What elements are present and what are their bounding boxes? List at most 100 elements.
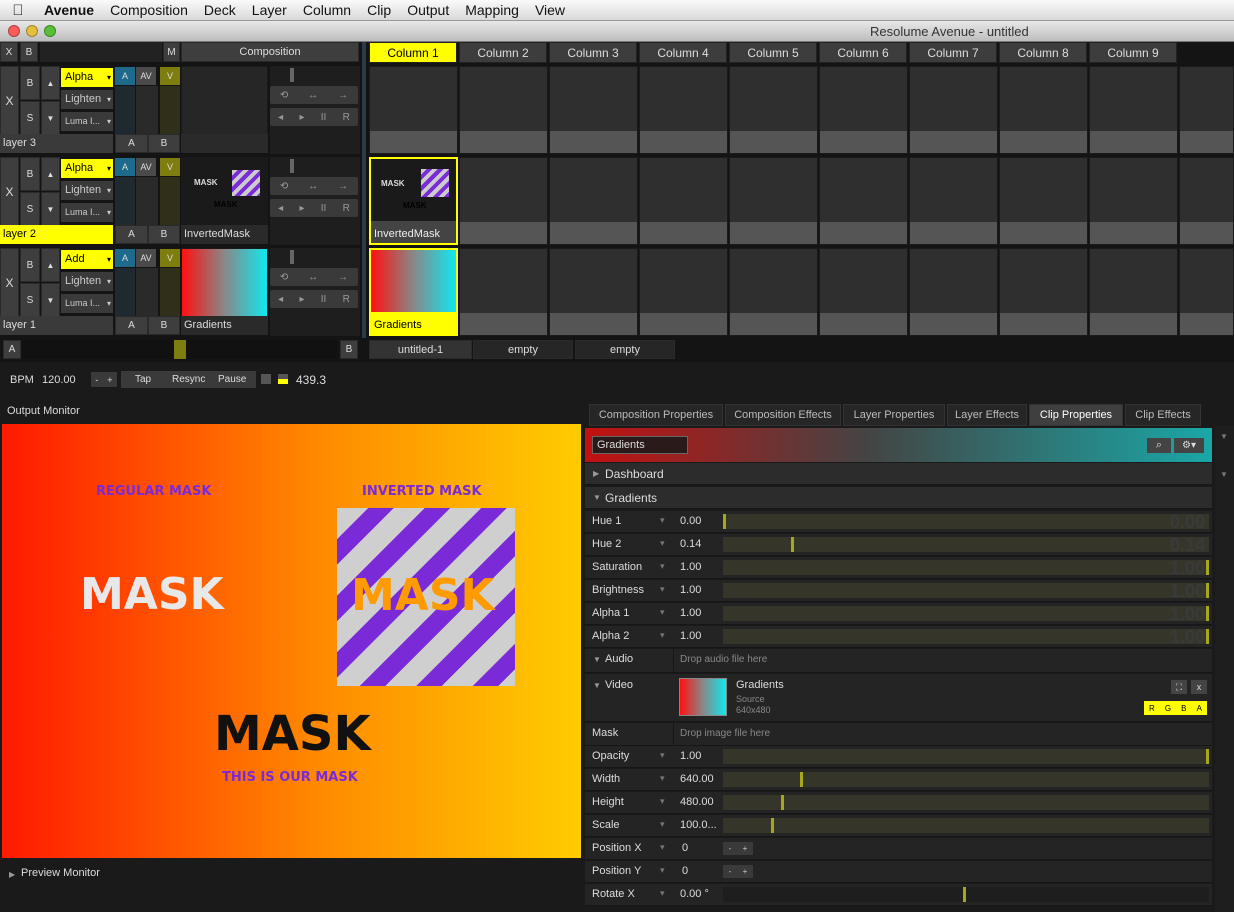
layer-3-v-fader[interactable] [160, 86, 180, 134]
pause-icon[interactable]: II [321, 112, 327, 123]
pause-icon[interactable]: II [321, 294, 327, 305]
clip-slot[interactable] [459, 66, 548, 154]
layer-3-mode-select[interactable]: Lighten ▾ [61, 90, 113, 109]
close-window-button[interactable] [8, 25, 20, 37]
layer-3-av-button[interactable]: AV [136, 67, 156, 85]
layer-1-blend-select[interactable]: Add ▾ [61, 250, 113, 269]
param-slider[interactable] [723, 749, 1209, 764]
layer-1-mode-select[interactable]: Lighten ▾ [61, 272, 113, 291]
clip-slot-inverted-mask[interactable]: MASK MASK InvertedMask [369, 157, 458, 245]
pause-button[interactable]: Pause [218, 374, 246, 385]
layer-3-clear-button[interactable]: X [0, 66, 19, 136]
layer-3-crossfade-a[interactable]: A [115, 134, 148, 153]
audio-drop-zone[interactable]: Drop audio file here [680, 654, 767, 665]
rotate-x-slider-knob[interactable] [963, 887, 966, 902]
play-icon[interactable]: ▸ [299, 112, 304, 123]
param-slider-knob[interactable] [781, 795, 784, 810]
channel-b-toggle[interactable]: B [1181, 704, 1186, 713]
layer-1-clear-button[interactable]: X [0, 248, 19, 318]
menu-deck[interactable]: Deck [196, 2, 244, 18]
clip-slot[interactable] [639, 157, 728, 245]
chevron-down-icon[interactable]: ▾ [660, 888, 665, 899]
layer-3-bypass-button[interactable]: B [20, 66, 40, 100]
clip-slot[interactable] [999, 157, 1088, 245]
video-source-thumbnail[interactable] [679, 678, 727, 716]
channel-a-toggle[interactable]: A [1197, 704, 1202, 713]
pause-icon[interactable]: II [321, 203, 327, 214]
param-value[interactable]: 0.00 ° [680, 888, 709, 900]
clip-slot[interactable] [1179, 248, 1234, 336]
param-value[interactable]: 640.00 [680, 773, 714, 785]
transport-position-marker[interactable] [290, 68, 294, 82]
clear-all-button[interactable]: X [0, 42, 18, 62]
bounce-icon[interactable]: ↔ [308, 90, 318, 101]
layer-2-v-fader[interactable] [160, 177, 180, 225]
tab-layer-effects[interactable]: Layer Effects [947, 404, 1027, 426]
param-value[interactable]: 0 [682, 865, 688, 877]
layer-3-crossfade-b[interactable]: B [148, 134, 180, 153]
chevron-down-icon[interactable]: ▾ [660, 561, 665, 572]
chevron-down-icon[interactable]: ▾ [660, 773, 665, 784]
layer-2-a-fader[interactable] [115, 177, 135, 225]
forward-icon[interactable]: → [338, 272, 348, 283]
layer-3-a-button[interactable]: A [115, 67, 135, 85]
plus-button[interactable]: + [743, 867, 748, 876]
crossfader-handle[interactable] [174, 340, 186, 359]
layer-3-luma-select[interactable]: Luma I... ▾ [61, 112, 113, 131]
chevron-down-icon[interactable]: ▾ [660, 584, 665, 595]
param-value[interactable]: 0.14 [680, 538, 701, 550]
param-slider-knob[interactable] [1206, 629, 1209, 644]
menu-output[interactable]: Output [399, 2, 457, 18]
menu-mapping[interactable]: Mapping [457, 2, 527, 18]
param-slider[interactable] [723, 818, 1209, 833]
menu-view[interactable]: View [527, 2, 573, 18]
layer-2-bypass-button[interactable]: B [20, 157, 40, 191]
clip-slot[interactable] [999, 248, 1088, 336]
clip-slot[interactable] [819, 248, 908, 336]
param-value[interactable]: 1.00 [680, 561, 701, 573]
param-slider-knob[interactable] [791, 537, 794, 552]
param-slider-knob[interactable] [1206, 583, 1209, 598]
crossfader-track[interactable] [22, 340, 338, 359]
param-slider[interactable]: 1.00 [723, 604, 1209, 624]
layer-1-v-button[interactable]: V [160, 249, 180, 267]
tab-clip-properties[interactable]: Clip Properties [1029, 404, 1123, 426]
column-4-header[interactable]: Column 4 [639, 42, 727, 63]
layer-3-blend-select[interactable]: Alpha ▾ [61, 68, 113, 87]
minus-button[interactable]: - [729, 844, 732, 853]
column-9-header[interactable]: Column 9 [1089, 42, 1177, 63]
layer-3-v-button[interactable]: V [160, 67, 180, 85]
forward-icon[interactable]: → [338, 90, 348, 101]
param-value[interactable]: 480.00 [680, 796, 714, 808]
clip-slot[interactable] [459, 157, 548, 245]
preview-monitor-toggle[interactable]: Preview Monitor [21, 867, 100, 879]
zoom-window-button[interactable] [44, 25, 56, 37]
menu-composition[interactable]: Composition [102, 2, 196, 18]
layer-2-v-button[interactable]: V [160, 158, 180, 176]
metronome-toggle[interactable] [261, 374, 271, 384]
layer-2-luma-select[interactable]: Luma I... ▾ [61, 203, 113, 222]
clip-slot[interactable] [1089, 157, 1178, 245]
tap-button[interactable]: Tap [135, 374, 151, 385]
loop-icon[interactable]: ⟲ [280, 90, 288, 101]
clip-slot[interactable] [1089, 248, 1178, 336]
loop-icon[interactable]: ⟲ [280, 272, 288, 283]
layer-1-a-fader[interactable] [115, 268, 135, 316]
clip-slot[interactable] [369, 66, 458, 154]
layer-3-a-fader[interactable] [115, 86, 135, 134]
column-5-header[interactable]: Column 5 [729, 42, 817, 63]
play-back-icon[interactable]: ◂ [278, 294, 283, 305]
chevron-down-icon[interactable]: ▼ [1220, 470, 1228, 479]
clip-slot[interactable] [909, 157, 998, 245]
clip-slot[interactable] [639, 66, 728, 154]
param-value[interactable]: 0 [682, 842, 688, 854]
clip-slot[interactable] [729, 66, 818, 154]
param-slider[interactable]: 1.00 [723, 581, 1209, 601]
layer-2-down-button[interactable]: ▼ [41, 192, 60, 227]
random-icon[interactable]: R [343, 294, 350, 305]
param-slider[interactable]: 0.14 [723, 535, 1209, 555]
resync-button[interactable]: Resync [172, 374, 205, 385]
gear-icon[interactable]: ⚙▾ [1174, 438, 1204, 453]
channel-r-toggle[interactable]: R [1149, 704, 1155, 713]
clip-slot[interactable] [729, 248, 818, 336]
